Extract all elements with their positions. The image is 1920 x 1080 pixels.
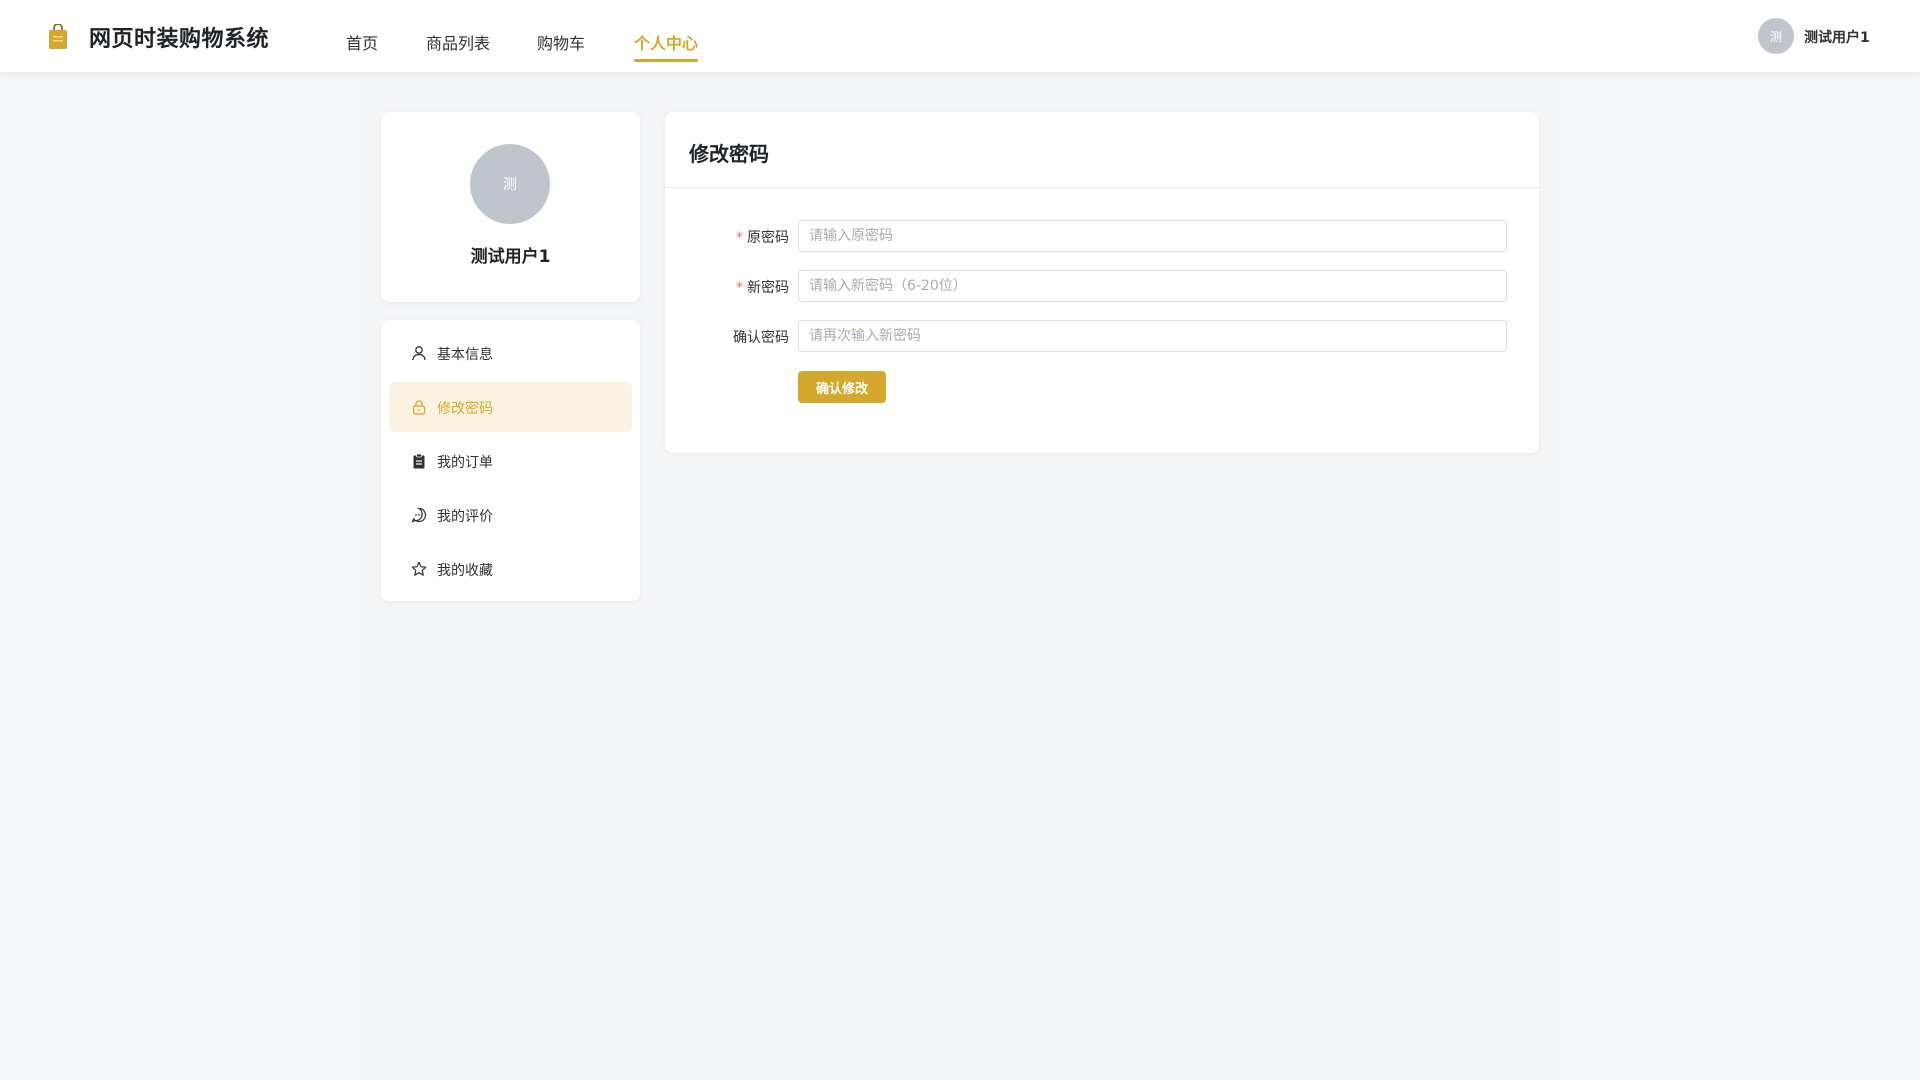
shopping-bag-icon <box>49 24 67 49</box>
nav-home[interactable]: 首页 <box>346 30 378 54</box>
clipboard-icon <box>413 453 425 469</box>
account-menu: 基本信息 修改密码 我的订单 我的评价 我的收藏 <box>381 320 640 601</box>
old-password-input[interactable] <box>798 220 1507 252</box>
menu-item-my-orders[interactable]: 我的订单 <box>389 436 632 486</box>
content-area: 测 测试用户1 基本信息 修改密码 我的订单 我的评价 我的收藏 修改密码 * … <box>361 72 1559 1080</box>
lock-icon <box>412 400 426 415</box>
menu-label: 我的收藏 <box>437 563 493 579</box>
card-title: 修改密码 <box>689 142 769 166</box>
new-password-label: * 新密码 <box>689 277 789 297</box>
confirm-change-button[interactable]: 确认修改 <box>798 371 886 403</box>
user-icon <box>412 346 426 361</box>
menu-item-basic-info[interactable]: 基本信息 <box>389 328 632 378</box>
menu-label: 我的评价 <box>437 509 493 525</box>
divider <box>665 187 1539 188</box>
menu-label: 我的订单 <box>437 455 493 471</box>
star-icon <box>411 561 427 576</box>
menu-label: 修改密码 <box>437 401 493 417</box>
new-password-input[interactable] <box>798 270 1507 302</box>
label-text: 原密码 <box>747 230 789 246</box>
confirm-password-label: 确认密码 <box>733 330 789 346</box>
change-password-card: 修改密码 * 原密码 * 新密码 确认密码 确认修改 <box>665 112 1539 453</box>
label-text: 新密码 <box>747 280 789 296</box>
header-username[interactable]: 测试用户1 <box>1804 27 1870 47</box>
old-password-label: * 原密码 <box>689 227 789 247</box>
required-mark: * <box>736 280 743 296</box>
top-header: 网页时装购物系统 首页 商品列表 购物车 个人中心 测 测试用户1 <box>0 0 1920 72</box>
chat-bubble-icon <box>411 507 427 523</box>
nav-product-list[interactable]: 商品列表 <box>426 30 490 54</box>
menu-item-my-reviews[interactable]: 我的评价 <box>389 490 632 540</box>
nav-personal-center[interactable]: 个人中心 <box>634 30 698 54</box>
required-mark: * <box>736 230 743 246</box>
nav-active-indicator <box>634 59 698 62</box>
site-title: 网页时装购物系统 <box>89 27 270 52</box>
profile-card: 测 测试用户1 <box>381 112 640 302</box>
avatar: 测 <box>470 144 550 224</box>
nav-cart[interactable]: 购物车 <box>537 30 585 54</box>
menu-item-my-favorites[interactable]: 我的收藏 <box>389 544 632 594</box>
confirm-password-input[interactable] <box>798 320 1507 352</box>
profile-name: 测试用户1 <box>470 247 551 267</box>
menu-item-change-password[interactable]: 修改密码 <box>389 382 632 432</box>
header-avatar[interactable]: 测 <box>1758 18 1794 54</box>
menu-label: 基本信息 <box>437 347 493 363</box>
